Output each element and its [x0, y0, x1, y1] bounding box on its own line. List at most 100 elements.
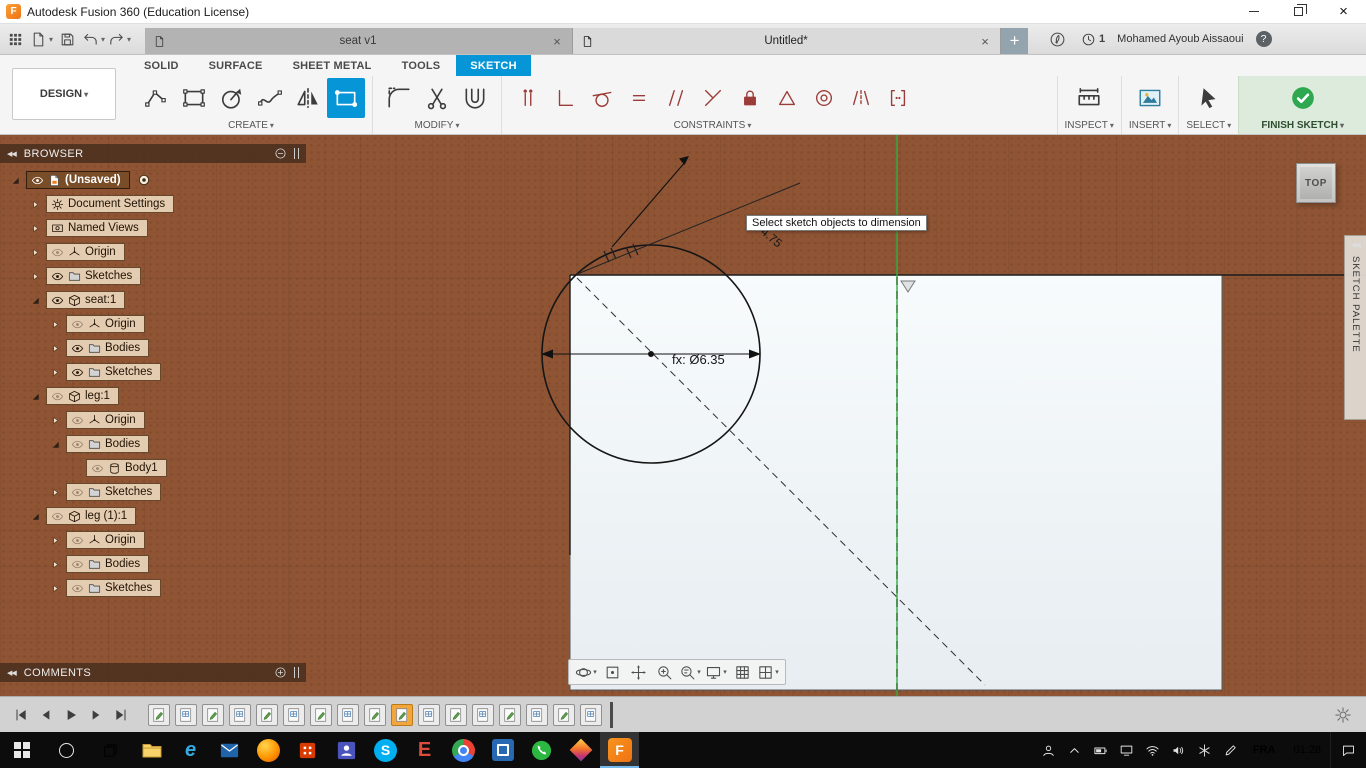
visibility-eye-icon[interactable] [91, 462, 104, 475]
sketch-palette-tab[interactable]: ◀◀ SKETCH PALETTE [1344, 235, 1366, 420]
group-dropdown-label[interactable]: MODIFY [415, 119, 460, 134]
browser-node[interactable]: Sketches [66, 483, 162, 501]
browser-row[interactable]: Sketches [0, 480, 306, 504]
browser-row[interactable]: leg (1):1 [0, 504, 306, 528]
symmetry-constraint[interactable] [842, 78, 879, 118]
restore-button[interactable] [1276, 0, 1321, 23]
visibility-eye-icon[interactable] [71, 534, 84, 547]
undo-button[interactable] [82, 27, 105, 51]
browser-panel-header[interactable]: ◀◀ BROWSER [0, 144, 306, 163]
group-dropdown-label[interactable]: CONSTRAINTS [674, 119, 752, 134]
app-launcher-button[interactable] [4, 27, 27, 51]
timeline-feature-sketch[interactable] [391, 703, 413, 726]
browser-node[interactable]: Bodies [66, 555, 150, 573]
ribbon-tab-sketch[interactable]: SKETCH [456, 55, 531, 76]
measure-tool[interactable] [1070, 78, 1108, 118]
browser-node[interactable]: Named Views [46, 219, 148, 237]
pan-button[interactable] [626, 661, 650, 683]
timeline-feature-sketch[interactable] [553, 703, 575, 726]
viewcube[interactable]: TOP [1296, 163, 1336, 203]
browser-node[interactable]: Bodies [66, 435, 150, 453]
rectangle-tool[interactable] [175, 78, 213, 118]
fillet-tool[interactable] [380, 78, 418, 118]
finish-sketch-button[interactable] [1284, 78, 1322, 118]
tray-weather-button[interactable] [1192, 732, 1218, 768]
skip-to-end-button[interactable] [110, 704, 132, 726]
browser-row[interactable]: Named Views [0, 216, 306, 240]
taskbar-app-fusion-360[interactable]: F [600, 732, 639, 768]
midpoint-constraint[interactable] [768, 78, 805, 118]
timeline-settings-button[interactable] [1330, 702, 1356, 728]
circle-tool[interactable] [213, 78, 251, 118]
ribbon-tab-solid[interactable]: SOLID [130, 55, 193, 76]
taskbar-app-photos[interactable] [561, 732, 600, 768]
collapse-panel-icon[interactable]: ◀◀ [7, 669, 17, 677]
browser-node[interactable]: Sketches [46, 267, 142, 285]
collapsed-arrow-icon[interactable] [48, 583, 62, 594]
taskbar-app-whatsapp[interactable] [522, 732, 561, 768]
timeline-feature-grid[interactable] [526, 703, 548, 726]
trim-tool[interactable] [418, 78, 456, 118]
visibility-eye-icon[interactable] [51, 246, 64, 259]
browser-node[interactable]: leg (1):1 [46, 507, 137, 525]
zoom-button[interactable] [652, 661, 676, 683]
visibility-eye-icon[interactable] [71, 318, 84, 331]
collapsed-arrow-icon[interactable] [48, 535, 62, 546]
taskbar-app-app-blue[interactable] [483, 732, 522, 768]
start-button[interactable] [0, 732, 44, 768]
document-tab[interactable]: Untitled* [573, 28, 1002, 54]
browser-row[interactable]: seat:1 [0, 288, 306, 312]
browser-row[interactable]: Document Settings [0, 192, 306, 216]
action-center-button[interactable] [1330, 732, 1366, 768]
visibility-eye-icon[interactable] [71, 438, 84, 451]
browser-node[interactable]: Document Settings [46, 195, 175, 213]
tray-people-button[interactable] [1036, 732, 1062, 768]
tray-display-button[interactable] [1114, 732, 1140, 768]
browser-row[interactable]: Sketches [0, 360, 306, 384]
group-dropdown-label[interactable]: FINISH SKETCH [1261, 119, 1344, 134]
panel-grip[interactable] [294, 667, 299, 678]
taskbar-app-mail[interactable] [210, 732, 249, 768]
orbit-button[interactable] [574, 661, 598, 683]
collapsed-arrow-icon[interactable] [48, 487, 62, 498]
collapsed-arrow-icon[interactable] [48, 367, 62, 378]
timeline-feature-sketch[interactable] [148, 703, 170, 726]
timeline-feature-grid[interactable] [472, 703, 494, 726]
workspace-selector[interactable]: DESIGN [12, 68, 116, 120]
look-at-button[interactable] [600, 661, 624, 683]
play-button[interactable] [60, 704, 82, 726]
skip-to-start-button[interactable] [10, 704, 32, 726]
browser-row[interactable]: Origin [0, 312, 306, 336]
panel-grip[interactable] [294, 148, 299, 159]
visibility-eye-icon[interactable] [51, 510, 64, 523]
mirror-tool[interactable] [289, 78, 327, 118]
tray-network-button[interactable] [1140, 732, 1166, 768]
visibility-eye-icon[interactable] [51, 294, 64, 307]
timeline-feature-sketch[interactable] [364, 703, 386, 726]
group-dropdown-label[interactable]: INSPECT [1065, 119, 1114, 134]
visibility-eye-icon[interactable] [51, 390, 64, 403]
close-button[interactable]: × [1321, 0, 1366, 23]
step-forward-button[interactable] [85, 704, 107, 726]
collapsed-arrow-icon[interactable] [48, 319, 62, 330]
expand-palette-icon[interactable]: ◀◀ [1351, 241, 1361, 249]
browser-row[interactable]: Origin [0, 528, 306, 552]
ribbon-tab-sheet-metal[interactable]: SHEET METAL [279, 55, 386, 76]
comments-panel-header[interactable]: ◀◀ COMMENTS [0, 663, 306, 682]
concentric-constraint[interactable] [805, 78, 842, 118]
expanded-arrow-icon[interactable] [28, 391, 42, 402]
browser-node[interactable]: Origin [66, 411, 145, 429]
perpendicular-constraint[interactable] [694, 78, 731, 118]
browser-node[interactable]: leg:1 [46, 387, 119, 405]
file-menu-button[interactable] [30, 27, 53, 51]
timeline-feature-grid[interactable] [418, 703, 440, 726]
fix-unfix-constraint[interactable] [731, 78, 768, 118]
activate-component-radio[interactable] [137, 173, 151, 187]
parallel-constraint[interactable] [657, 78, 694, 118]
visibility-eye-icon[interactable] [71, 558, 84, 571]
user-name[interactable]: Mohamed Ayoub Aissaoui [1117, 33, 1243, 45]
browser-row[interactable]: Origin [0, 408, 306, 432]
extensions-button[interactable] [1046, 27, 1069, 51]
group-dropdown-label[interactable]: SELECT [1186, 119, 1231, 134]
visibility-eye-icon[interactable] [31, 174, 44, 187]
